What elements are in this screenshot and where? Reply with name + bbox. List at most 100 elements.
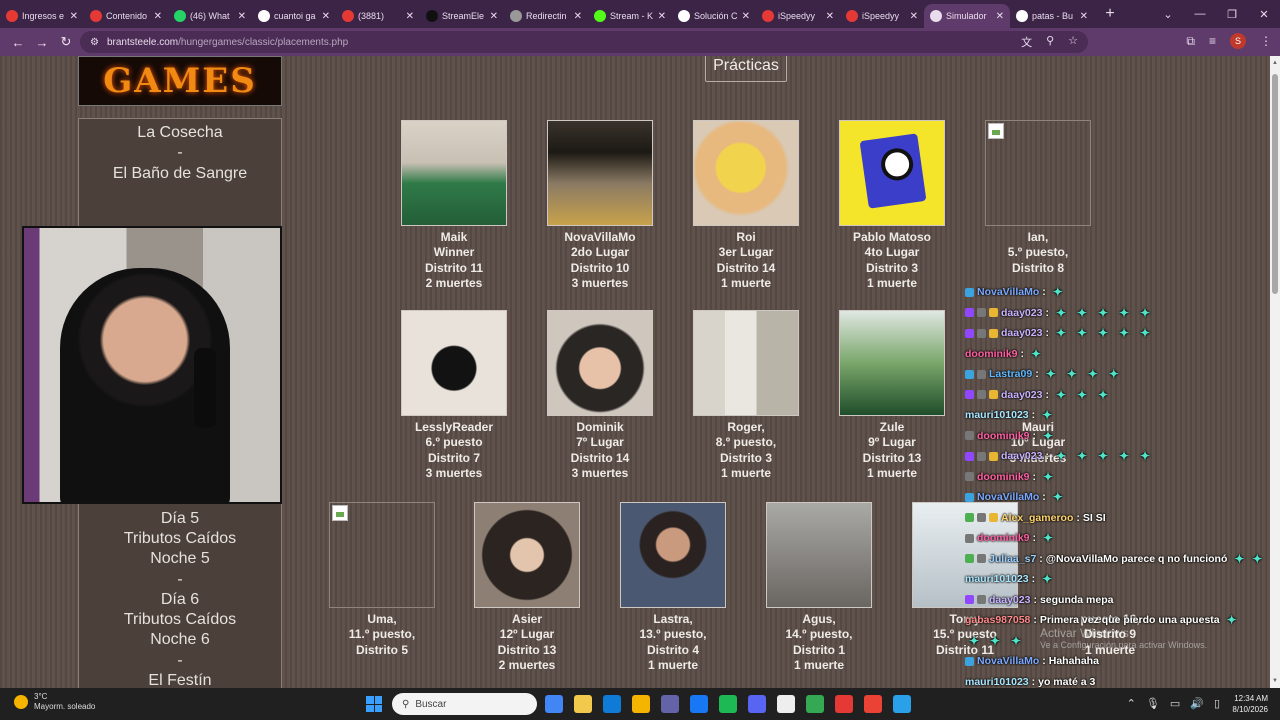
windows-start-icon[interactable] [366,696,382,712]
tab-close-icon[interactable]: ✕ [996,11,1004,22]
extensions-icon[interactable]: ⧉ [1186,34,1195,49]
browser-tab[interactable]: cuantoi ga ✕ [252,4,336,28]
taskbar-app-icon[interactable] [777,695,795,713]
tab-close-icon[interactable]: ✕ [1080,11,1088,22]
new-tab-button[interactable]: + [1100,5,1120,23]
taskbar-app-icon[interactable] [835,695,853,713]
sidebar-item[interactable]: Día 5 [79,509,281,529]
volume-icon[interactable]: 🔊 [1190,697,1204,710]
chat-username[interactable]: mauri101023 [965,573,1029,585]
browser-tab[interactable]: iSpeedyy ✕ [840,4,924,28]
chat-username[interactable]: Juliaa_s7 [989,553,1036,565]
tab-close-icon[interactable]: ✕ [658,11,666,22]
taskbar-app-icon[interactable] [574,695,592,713]
profile-avatar[interactable]: S [1230,33,1246,49]
bookmark-star-icon[interactable]: ☆ [1068,34,1078,50]
close-window-icon[interactable]: ✕ [1248,0,1280,28]
reading-list-icon[interactable]: ≡ [1209,34,1216,48]
sidebar-item[interactable]: Noche 6 [79,630,281,650]
browser-tab[interactable]: Redirectin ✕ [504,4,588,28]
page-scrollbar[interactable]: ▲ ▼ [1270,56,1280,688]
browser-tab[interactable]: Stream - K ✕ [588,4,672,28]
chat-username[interactable]: Lastra09 [989,368,1032,380]
chat-username[interactable]: NovaVillaMo [977,286,1039,298]
weather-widget[interactable]: 3°C Mayorm. soleado [14,692,95,712]
sidebar-item[interactable]: El Festín [79,671,281,688]
taskbar-search[interactable]: ⚲ Buscar [392,693,537,715]
browser-tab[interactable]: Solución C ✕ [672,4,756,28]
chat-username[interactable]: NovaVillaMo [977,655,1039,667]
chat-username[interactable]: doominik9 [977,430,1030,442]
browser-tab[interactable]: (3881) ✕ [336,4,420,28]
tab-close-icon[interactable]: ✕ [70,11,78,22]
taskbar-clock[interactable]: 12:34 AM 8/10/2026 [1232,693,1268,715]
restore-icon[interactable]: ❐ [1216,0,1248,28]
address-bar[interactable]: ⚙ brantsteele.com/hungergames/classic/pl… [80,31,1088,53]
chevron-down-icon[interactable]: ⌄ [1152,0,1184,28]
tab-close-icon[interactable]: ✕ [322,11,330,22]
microphone-tray-icon[interactable]: 🎙 [1146,697,1160,710]
browser-tab[interactable]: Contenido ✕ [84,4,168,28]
scroll-down-icon[interactable]: ▼ [1272,678,1278,684]
browser-tab[interactable]: Simulador ✕ [924,4,1010,28]
tab-close-icon[interactable]: ✕ [826,11,834,22]
taskbar-app-icon[interactable] [719,695,737,713]
site-info-icon[interactable]: ⚙ [90,37,99,48]
tab-close-icon[interactable]: ✕ [490,11,498,22]
chat-username[interactable]: daay023 [989,594,1030,606]
taskbar-app-icon[interactable] [661,695,679,713]
chat-username[interactable]: mauri101023 [965,409,1029,421]
chat-username[interactable]: NovaVillaMo [977,491,1039,503]
tray-chevron-icon[interactable]: ⌃ [1127,697,1136,710]
chat-separator: : [1042,491,1046,504]
chat-username[interactable]: daay023 [1001,450,1042,462]
sidebar-item[interactable]: Noche 5 [79,549,281,569]
taskbar-app-icon[interactable] [603,695,621,713]
tab-close-icon[interactable]: ✕ [406,11,414,22]
scrollbar-thumb[interactable] [1272,74,1278,294]
browser-tab[interactable]: iSpeedyy ✕ [756,4,840,28]
zoom-icon[interactable]: ⚲ [1046,34,1054,50]
forward-icon[interactable]: → [30,35,54,50]
sidebar-item[interactable]: La Cosecha [79,123,281,143]
chat-username[interactable]: daay023 [1001,389,1042,401]
sidebar-item[interactable]: Día 6 [79,590,281,610]
scroll-up-icon[interactable]: ▲ [1272,60,1278,66]
tab-close-icon[interactable]: ✕ [154,11,162,22]
network-icon[interactable]: ▭ [1170,697,1180,710]
translate-icon[interactable]: 文 [1021,34,1032,50]
chat-username[interactable]: doominik9 [977,532,1030,544]
reload-icon[interactable]: ↻ [54,34,78,50]
chat-username[interactable]: gabas987058 [965,614,1030,626]
tab-close-icon[interactable]: ✕ [574,11,582,22]
chat-username[interactable]: doominik9 [977,471,1030,483]
battery-icon[interactable]: ▯ [1214,697,1220,710]
back-icon[interactable]: ← [6,35,30,50]
tribute-kills: 1 muerte [720,465,772,480]
taskbar-app-icon[interactable] [545,695,563,713]
sidebar-item[interactable]: Tributos Caídos [79,529,281,549]
taskbar-app-icon[interactable] [864,695,882,713]
tab-close-icon[interactable]: ✕ [742,11,750,22]
taskbar-app-icon[interactable] [893,695,911,713]
menu-kebab-icon[interactable]: ⋮ [1260,34,1272,48]
chat-username[interactable]: doominik9 [965,348,1018,360]
taskbar-app-icon[interactable] [690,695,708,713]
chat-username[interactable]: daay023 [1001,307,1042,319]
tab-close-icon[interactable]: ✕ [910,11,918,22]
taskbar-app-icon[interactable] [632,695,650,713]
chat-username[interactable]: Alex_gameroo [1001,512,1073,524]
practicas-button[interactable]: Prácticas [705,56,787,82]
chat-username[interactable]: daay023 [1001,327,1042,339]
sidebar-item[interactable]: El Baño de Sangre [79,164,281,184]
browser-tab[interactable]: Ingresos e ✕ [0,4,84,28]
tab-close-icon[interactable]: ✕ [238,11,246,22]
browser-tab[interactable]: StreamEle ✕ [420,4,504,28]
chat-username[interactable]: mauri101023 [965,676,1029,688]
sidebar-item[interactable]: Tributos Caídos [79,610,281,630]
browser-tab[interactable]: patas - Bu ✕ [1010,4,1094,28]
minimize-icon[interactable]: — [1184,0,1216,28]
taskbar-app-icon[interactable] [748,695,766,713]
browser-tab[interactable]: (46) What ✕ [168,4,252,28]
taskbar-app-icon[interactable] [806,695,824,713]
